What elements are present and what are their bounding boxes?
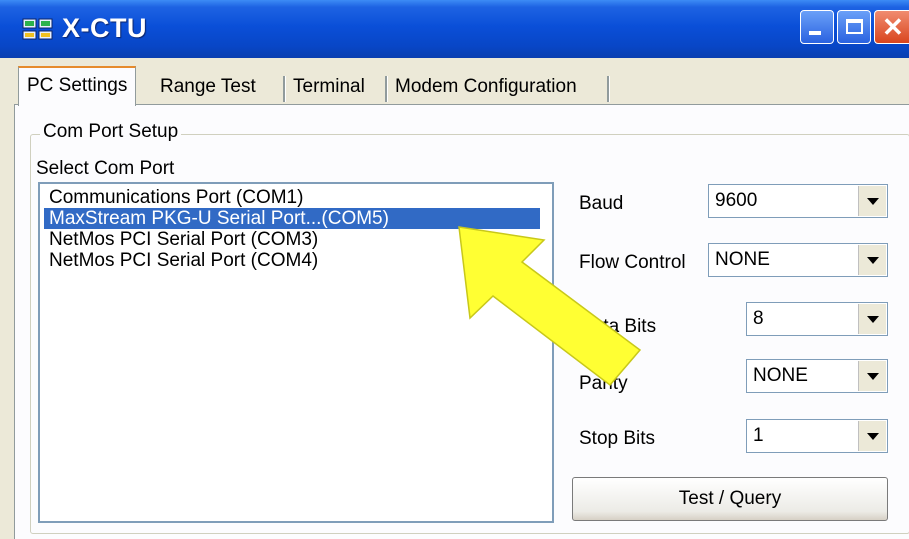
stop-bits-value: 1: [753, 425, 764, 446]
minimize-button[interactable]: [800, 10, 834, 44]
tab-terminal[interactable]: Terminal: [293, 70, 365, 104]
chevron-down-icon[interactable]: [858, 304, 886, 334]
parity-value: NONE: [753, 365, 808, 386]
maximize-button[interactable]: [837, 10, 871, 44]
flow-control-value: NONE: [715, 249, 770, 270]
parity-select[interactable]: NONE: [746, 359, 888, 393]
tab-range-test[interactable]: Range Test: [160, 70, 256, 104]
com-port-setup-label: Com Port Setup: [40, 121, 182, 143]
title-bar[interactable]: X-CTU ✕: [0, 0, 909, 58]
chevron-down-icon[interactable]: [858, 245, 886, 275]
xctu-app-icon: [22, 18, 53, 40]
maximize-icon: [846, 19, 863, 34]
xctu-window: X-CTU ✕ PC Settings Range Test Terminal …: [0, 0, 909, 539]
data-bits-value: 8: [753, 308, 764, 329]
select-com-port-label: Select Com Port: [36, 158, 175, 179]
chevron-down-icon[interactable]: [858, 361, 886, 391]
window-title: X-CTU: [62, 13, 147, 43]
list-item[interactable]: NetMos PCI Serial Port (COM4): [44, 250, 323, 271]
data-bits-select[interactable]: 8: [746, 302, 888, 336]
list-item-selected[interactable]: MaxStream PKG-U Serial Port...(COM5): [44, 208, 540, 229]
flow-control-select[interactable]: NONE: [708, 243, 888, 277]
tab-separator: [385, 76, 388, 102]
parity-label: Parity: [579, 373, 628, 394]
baud-label: Baud: [579, 193, 624, 214]
data-bits-label: Data Bits: [579, 316, 657, 337]
chevron-down-icon[interactable]: [858, 421, 886, 451]
baud-select[interactable]: 9600: [708, 184, 888, 218]
close-icon: ✕: [882, 12, 904, 42]
stop-bits-select[interactable]: 1: [746, 419, 888, 453]
close-button[interactable]: ✕: [874, 10, 909, 44]
list-item[interactable]: Communications Port (COM1): [44, 187, 308, 208]
tab-pc-settings[interactable]: PC Settings: [18, 66, 137, 106]
chevron-down-icon[interactable]: [858, 186, 886, 216]
tab-separator: [607, 76, 610, 102]
tab-separator: [283, 76, 286, 102]
baud-value: 9600: [715, 190, 758, 211]
test-query-button[interactable]: Test / Query: [572, 477, 888, 521]
com-port-listbox[interactable]: Communications Port (COM1) MaxStream PKG…: [38, 182, 554, 523]
minimize-icon: [809, 31, 821, 35]
flow-control-label: Flow Control: [579, 252, 686, 273]
tab-modem-configuration[interactable]: Modem Configuration: [395, 70, 577, 104]
stop-bits-label: Stop Bits: [579, 428, 656, 449]
list-item[interactable]: NetMos PCI Serial Port (COM3): [44, 229, 323, 250]
